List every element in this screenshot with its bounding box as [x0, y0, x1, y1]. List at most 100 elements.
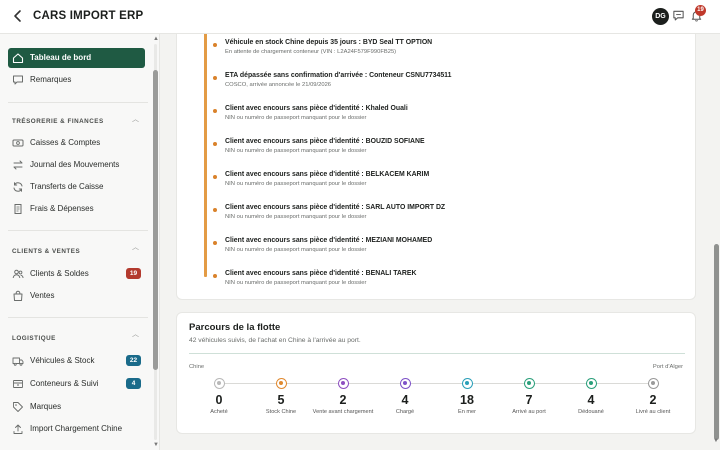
sidebar-item-journal[interactable]: Journal des Mouvements: [8, 155, 145, 175]
chevron-up-icon[interactable]: ︿: [132, 329, 139, 339]
fleet-stage[interactable]: 2 Livré au client: [618, 378, 688, 416]
back-arrow-icon[interactable]: [10, 8, 26, 24]
alert-title: Client avec encours sans pièce d'identit…: [225, 204, 446, 211]
alert-subtitle: En attente de chargement conteneur (VIN …: [225, 49, 397, 55]
sidebar-item-conteneurs[interactable]: Conteneurs & Suivi 4: [8, 374, 145, 394]
user-avatar[interactable]: DG: [652, 8, 669, 25]
sidebar-item-label: Ventes: [30, 291, 55, 300]
alert-dot-icon: [213, 208, 217, 212]
upload-icon: [13, 424, 23, 434]
top-header: CARS IMPORT ERP DG 19: [0, 0, 720, 34]
fleet-card: Parcours de la flotte 42 véhicules suivi…: [176, 312, 696, 434]
stage-label: Arrivé au port: [512, 409, 546, 415]
section-title-logistique: LOGISTIQUE: [12, 335, 56, 342]
fleet-stage[interactable]: 0 Acheté: [184, 378, 254, 416]
alert-title: Client avec encours sans pièce d'identit…: [225, 138, 425, 145]
alert-dot-icon: [213, 274, 217, 278]
fleet-stage[interactable]: 5 Stock Chine: [246, 378, 316, 416]
stage-label: Vente avant chargement: [312, 409, 374, 415]
alert-title: Véhicule en stock Chine depuis 35 jours …: [225, 39, 433, 46]
alert-dot-icon: [213, 76, 217, 80]
sidebar-scrollbar[interactable]: ▲ ▼: [153, 36, 159, 448]
count-badge: 22: [126, 355, 141, 366]
stage-count: 5: [277, 393, 285, 407]
sidebar-divider: [8, 102, 148, 103]
scrollbar-thumb[interactable]: [714, 244, 719, 440]
alert-subtitle: NIN ou numéro de passeport manquant pour…: [225, 214, 367, 220]
sidebar-divider: [8, 230, 148, 231]
sidebar-divider: [8, 317, 148, 318]
sidebar-item-tableau-de-bord[interactable]: Tableau de bord: [8, 48, 145, 68]
stage-label: Acheté: [210, 409, 228, 415]
section-title-clients: CLIENTS & VENTES: [12, 248, 81, 255]
main-content: Véhicule en stock Chine depuis 35 jours …: [160, 34, 720, 450]
sidebar-item-marques[interactable]: Marques: [8, 397, 145, 417]
sidebar-item-import-chargement[interactable]: Import Chargement Chine: [8, 419, 145, 439]
scroll-down-icon[interactable]: ▼: [153, 442, 159, 448]
stage-count: 2: [649, 393, 657, 407]
stage-label: Dédouané: [578, 409, 604, 415]
home-icon: [12, 53, 24, 64]
alert-dot-icon: [213, 241, 217, 245]
chat-icon[interactable]: [672, 9, 685, 22]
sidebar-item-label: Clients & Soldes: [30, 269, 89, 278]
stage-count: 2: [339, 393, 347, 407]
sidebar-item-label: Remarques: [30, 75, 72, 84]
chevron-up-icon[interactable]: ︿: [132, 114, 139, 124]
alert-dot-icon: [213, 109, 217, 113]
alert-dot-icon: [213, 175, 217, 179]
stage-label: Stock Chine: [265, 409, 297, 415]
notification-badge: 19: [695, 5, 706, 16]
alert-title: Client avec encours sans pièce d'identit…: [225, 105, 408, 112]
transfer-icon: [13, 160, 23, 170]
fleet-stage[interactable]: 4 Chargé: [370, 378, 440, 416]
scroll-down-icon[interactable]: ▼: [713, 438, 719, 444]
stage-count: 7: [525, 393, 533, 407]
alert-subtitle: NIN ou numéro de passeport manquant pour…: [225, 181, 367, 187]
alert-title: Client avec encours sans pièce d'identit…: [225, 270, 417, 277]
chevron-up-icon[interactable]: ︿: [132, 242, 139, 252]
stage-node-icon: [337, 378, 349, 389]
count-badge: 19: [126, 268, 141, 279]
alert-subtitle: NIN ou numéro de passeport manquant pour…: [225, 115, 367, 121]
stage-count: 18: [460, 393, 474, 407]
sidebar-item-label: Frais & Dépenses: [30, 204, 94, 213]
sidebar-item-label: Tableau de bord: [30, 53, 92, 62]
sidebar-item-ventes[interactable]: Ventes: [8, 286, 145, 306]
fleet-stage[interactable]: 7 Arrivé au port: [494, 378, 564, 416]
alert-subtitle: NIN ou numéro de passeport manquant pour…: [225, 280, 367, 286]
main-scrollbar[interactable]: ▼: [713, 34, 719, 450]
fleet-subtitle: 42 véhicules suivis, de l'achat en Chine…: [189, 337, 361, 344]
scroll-up-icon[interactable]: ▲: [153, 36, 159, 42]
stage-count: 4: [587, 393, 595, 407]
sidebar-item-label: Conteneurs & Suivi: [30, 379, 99, 388]
stage-node-icon: [585, 378, 597, 389]
stage-label: Livré au client: [635, 409, 671, 415]
alert-subtitle: NIN ou numéro de passeport manquant pour…: [225, 148, 367, 154]
sidebar-item-remarques[interactable]: Remarques: [8, 70, 145, 90]
fleet-stage[interactable]: 4 Dédouané: [556, 378, 626, 416]
sidebar-item-label: Caisses & Comptes: [30, 138, 101, 147]
sidebar-item-caisses[interactable]: Caisses & Comptes: [8, 133, 145, 153]
sidebar: Tableau de bord Remarques TRÉSORERIE & F…: [0, 34, 160, 450]
fleet-title: Parcours de la flotte: [189, 322, 281, 333]
stage-node-icon: [647, 378, 659, 389]
app-title: CARS IMPORT ERP: [33, 10, 144, 22]
stage-count: 4: [401, 393, 409, 407]
stage-label: Chargé: [395, 409, 415, 415]
sidebar-item-transferts[interactable]: Transferts de Caisse: [8, 177, 145, 197]
receipt-icon: [14, 204, 22, 214]
sidebar-item-clients[interactable]: Clients & Soldes 19: [8, 264, 145, 284]
sidebar-item-vehicules[interactable]: Véhicules & Stock 22: [8, 351, 145, 371]
sidebar-item-label: Véhicules & Stock: [30, 356, 95, 365]
fleet-stage[interactable]: 2 Vente avant chargement: [308, 378, 378, 416]
scrollbar-thumb[interactable]: [153, 70, 158, 370]
fleet-stage[interactable]: 18 En mer: [432, 378, 502, 416]
section-title-tresorerie: TRÉSORERIE & FINANCES: [12, 118, 104, 125]
stage-node-icon: [523, 378, 535, 389]
sidebar-item-frais[interactable]: Frais & Dépenses: [8, 199, 145, 219]
fleet-end-label: Port d'Alger: [652, 364, 683, 370]
sidebar-item-label: Marques: [30, 402, 62, 411]
alert-title: Client avec encours sans pièce d'identit…: [225, 237, 433, 244]
stage-count: 0: [215, 393, 223, 407]
